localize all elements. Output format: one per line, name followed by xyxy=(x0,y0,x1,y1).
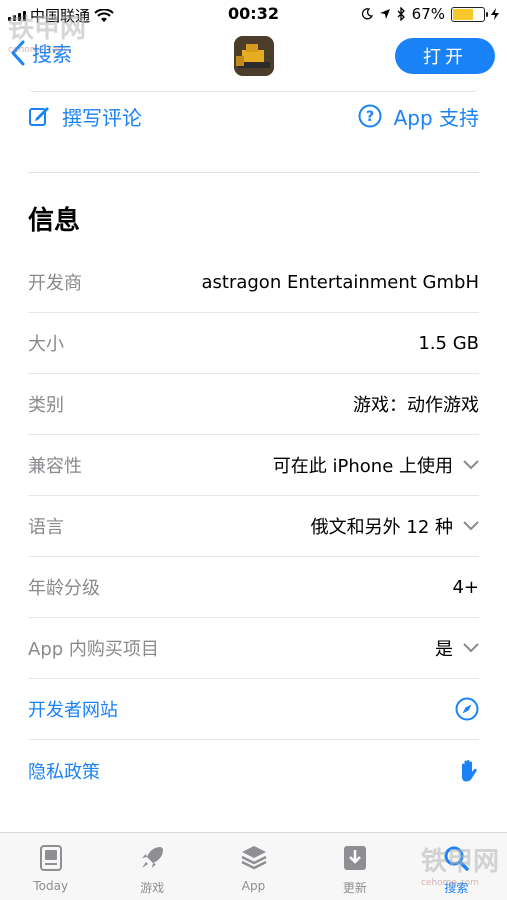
location-icon xyxy=(379,9,390,19)
info-row-compatibility[interactable]: 兼容性 可在此 iPhone 上使用 xyxy=(28,435,479,496)
header-divider xyxy=(28,86,479,92)
tab-label: 更新 xyxy=(342,881,367,895)
info-label: App 内购买项目 xyxy=(28,639,159,660)
moon-icon xyxy=(361,8,373,20)
watermark-sub: cehome.com xyxy=(420,878,480,888)
info-list: 开发商 astragon Entertainment GmbH 大小 1.5 G… xyxy=(28,252,479,801)
info-row-developer: 开发商 astragon Entertainment GmbH xyxy=(28,252,479,313)
watermark-sub: cehome.com xyxy=(8,45,67,55)
info-label: 兼容性 xyxy=(28,456,82,477)
tab-games[interactable]: 游戏 xyxy=(101,833,202,900)
layers-icon xyxy=(240,846,267,870)
tab-label: 游戏 xyxy=(140,881,165,895)
info-value: astragon Entertainment GmbH xyxy=(201,271,479,293)
watermark-top-left: 铁甲网 cehome.com xyxy=(8,8,86,55)
write-review-button[interactable]: 撰写评论 xyxy=(28,102,142,131)
rocket-icon xyxy=(142,847,164,868)
question-circle-icon: ? xyxy=(358,104,382,128)
info-value: 4+ xyxy=(452,576,479,598)
info-value-group: 可在此 iPhone 上使用 xyxy=(273,452,479,478)
bluetooth-icon xyxy=(397,7,405,21)
status-right: 67% xyxy=(361,5,499,23)
info-row-size: 大小 1.5 GB xyxy=(28,313,479,374)
battery-icon xyxy=(451,6,488,22)
info-value: 是 xyxy=(435,639,453,660)
svg-text:?: ? xyxy=(366,109,374,125)
app-icon xyxy=(234,36,274,76)
chevron-down-icon xyxy=(463,521,479,531)
tab-apps[interactable]: App xyxy=(203,833,304,900)
write-review-label: 撰写评论 xyxy=(62,105,142,130)
info-value: 游戏：动作游戏 xyxy=(353,395,479,416)
watermark-bottom-right: 铁甲网 cehome.com xyxy=(421,841,499,888)
privacy-policy-link[interactable]: 隐私政策 xyxy=(28,740,479,801)
tab-today[interactable]: Today xyxy=(0,833,101,900)
section-title: 信息 xyxy=(28,206,81,236)
bulldozer-icon xyxy=(234,36,274,76)
info-value: 俄文和另外 12 种 xyxy=(310,517,453,538)
chevron-down-icon xyxy=(463,643,479,653)
watermark-text: 铁甲网 xyxy=(8,14,87,44)
info-label: 开发者网站 xyxy=(28,700,118,721)
developer-website-link[interactable]: 开发者网站 xyxy=(28,679,479,740)
hand-icon xyxy=(462,759,477,781)
info-label: 开发商 xyxy=(28,273,82,294)
info-row-age-rating: 年龄分级 4+ xyxy=(28,557,479,618)
battery-percent: 67% xyxy=(411,5,445,23)
chevron-down-icon xyxy=(463,460,479,470)
tab-updates[interactable]: 更新 xyxy=(304,833,405,900)
tab-label: App xyxy=(241,879,266,893)
compose-icon xyxy=(29,107,49,126)
info-value-group: 是 xyxy=(435,635,479,661)
today-icon xyxy=(39,845,62,871)
compass-icon xyxy=(455,697,479,721)
watermark-text: 铁甲网 xyxy=(420,847,499,877)
tab-label: Today xyxy=(33,879,69,893)
info-label: 隐私政策 xyxy=(28,761,100,783)
app-support-button[interactable]: ? App 支持 xyxy=(358,102,479,131)
info-value-group: 俄文和另外 12 种 xyxy=(311,513,479,539)
info-row-languages[interactable]: 语言 俄文和另外 12 种 xyxy=(28,496,479,557)
charging-icon xyxy=(491,8,499,20)
info-label: 类别 xyxy=(28,395,64,416)
info-value: 1.5 GB xyxy=(418,332,479,354)
info-label: 语言 xyxy=(28,517,64,538)
open-button[interactable]: 打开 xyxy=(395,38,495,74)
action-row: 撰写评论 ? App 支持 xyxy=(28,100,479,132)
info-row-in-app-purchases[interactable]: App 内购买项目 是 xyxy=(28,618,479,679)
info-label: 大小 xyxy=(28,334,64,355)
section-divider xyxy=(28,172,479,173)
download-tray-icon xyxy=(343,846,366,870)
info-row-category: 类别 游戏：动作游戏 xyxy=(28,374,479,435)
info-label: 年龄分级 xyxy=(28,578,100,599)
info-value: 可在此 iPhone 上使用 xyxy=(272,456,453,477)
app-support-label: App 支持 xyxy=(393,105,479,130)
